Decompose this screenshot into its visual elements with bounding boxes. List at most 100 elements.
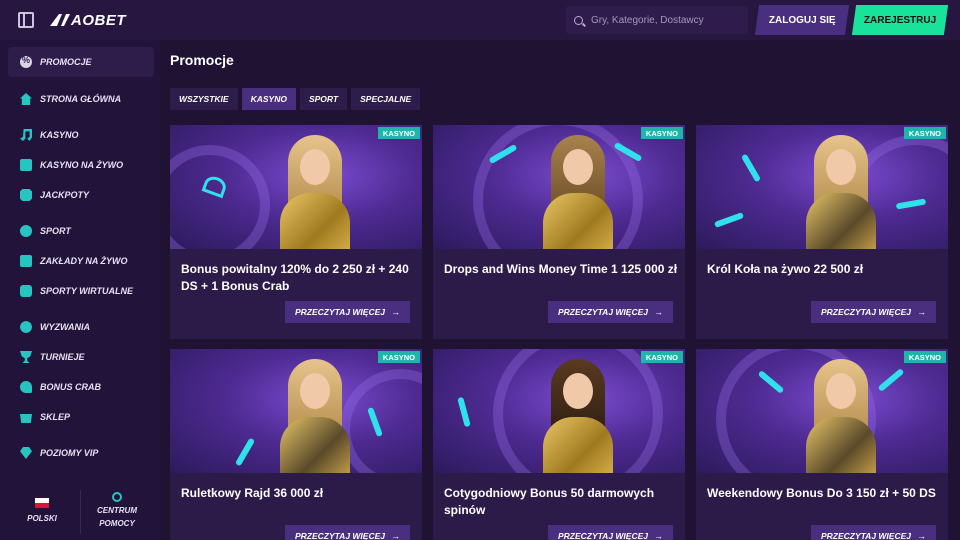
logo-mark-icon (50, 14, 70, 26)
promo-filter-tabs: WSZYSTKIE KASYNO SPORT SPECJALNE (170, 88, 421, 110)
read-more-label: PRZECZYTAJ WIĘCEJ (557, 531, 648, 540)
filter-tab-casino[interactable]: KASYNO (241, 88, 296, 110)
promo-card-image (170, 349, 422, 473)
sidebar-item-live-casino[interactable]: KASYNO NA ŻYWO (8, 150, 154, 180)
sidebar-item-casino[interactable]: KASYNO (8, 120, 154, 150)
promo-card-image (170, 125, 422, 249)
category-badge: KASYNO (640, 127, 683, 139)
sidebar-item-label: KASYNO NA ŻYWO (40, 160, 124, 170)
category-badge: KASYNO (903, 127, 946, 139)
page-title: Promocje (170, 52, 234, 68)
arrow-right-icon: → (391, 307, 400, 317)
read-more-label: PRZECZYTAJ WIĘCEJ (820, 531, 911, 540)
read-more-button[interactable]: PRZECZYTAJ WIĘCEJ → (284, 525, 410, 540)
sidebar-item-bonus-crab[interactable]: BONUS CRAB (8, 372, 154, 402)
jackpot-icon (20, 189, 32, 201)
promo-card-image (696, 349, 948, 473)
challenge-icon (20, 321, 32, 333)
sidebar-item-label: SPORTY WIRTUALNE (40, 286, 134, 296)
arrow-right-icon: → (391, 531, 400, 540)
sidebar-item-virtual-sports[interactable]: SPORTY WIRTUALNE (8, 276, 154, 306)
promo-card[interactable]: KASYNO Bonus powitalny 120% do 2 250 zł … (170, 125, 422, 339)
category-badge: KASYNO (903, 351, 946, 363)
read-more-button[interactable]: PRZECZYTAJ WIĘCEJ → (284, 301, 410, 323)
register-label: ZAREJESTRUJ (863, 14, 937, 26)
read-more-button[interactable]: PRZECZYTAJ WIĘCEJ → (547, 301, 673, 323)
live-bets-icon (20, 255, 32, 267)
category-badge: KASYNO (640, 351, 683, 363)
sidebar-toggle-icon[interactable] (18, 12, 34, 28)
sidebar-bottom-divider (80, 490, 81, 534)
shop-icon (20, 414, 32, 423)
virtual-sports-icon (20, 285, 32, 297)
language-selector[interactable]: POLSKI (22, 498, 62, 523)
ball-icon (20, 225, 32, 237)
promo-card-title: Cotygodniowy Bonus 50 darmowych spinów (444, 486, 655, 517)
category-badge: KASYNO (377, 351, 420, 363)
live-casino-icon (20, 159, 32, 171)
promo-card-title: Król Koła na żywo 22 500 zł (707, 262, 864, 276)
sidebar-item-shop[interactable]: SKLEP (8, 402, 154, 432)
headset-icon (112, 492, 122, 502)
home-icon (20, 93, 32, 105)
sidebar-item-label: ZAKŁADY NA ŻYWO (40, 256, 128, 266)
arrow-right-icon: → (654, 307, 663, 317)
search-input[interactable] (591, 14, 741, 26)
sidebar-item-home[interactable]: STRONA GŁÓWNA (8, 84, 154, 114)
read-more-label: PRZECZYTAJ WIĘCEJ (820, 307, 911, 317)
promo-card[interactable]: KASYNO Ruletkowy Rajd 36 000 zł PRZECZYT… (170, 349, 422, 540)
logo-text: AOBET (71, 11, 126, 29)
sidebar-item-label: SPORT (40, 226, 71, 236)
promo-card[interactable]: KASYNO Król Koła na żywo 22 500 zł PRZEC… (696, 125, 948, 339)
sidebar-item-label: TURNIEJE (40, 352, 85, 362)
sidebar-item-sport[interactable]: SPORT (8, 216, 154, 246)
sidebar-item-label: PROMOCJE (40, 57, 92, 67)
help-label-line2: POMOCY (99, 519, 135, 528)
help-label-line1: CENTRUM (97, 506, 137, 515)
promo-card[interactable]: KASYNO Cotygodniowy Bonus 50 darmowych s… (433, 349, 685, 540)
crab-icon (20, 381, 32, 393)
read-more-button[interactable]: PRZECZYTAJ WIĘCEJ → (810, 525, 936, 540)
login-label: ZALOGUJ SIĘ (768, 14, 836, 26)
sidebar-item-label: SKLEP (40, 412, 71, 422)
sidebar-item-tournaments[interactable]: TURNIEJE (8, 342, 154, 372)
sidebar-item-live-bets[interactable]: ZAKŁADY NA ŻYWO (8, 246, 154, 276)
sidebar-item-label: BONUS CRAB (40, 382, 102, 392)
sidebar-item-challenges[interactable]: WYZWANIA (8, 312, 154, 342)
filter-tab-special[interactable]: SPECJALNE (351, 88, 421, 110)
sidebar-item-vip[interactable]: POZIOMY VIP (8, 438, 154, 468)
login-button[interactable]: ZALOGUJ SIĘ (754, 5, 850, 35)
register-button[interactable]: ZAREJESTRUJ (851, 5, 949, 35)
promo-card-title: Ruletkowy Rajd 36 000 zł (181, 486, 324, 500)
arrow-right-icon: → (917, 307, 926, 317)
read-more-label: PRZECZYTAJ WIĘCEJ (294, 531, 385, 540)
search-box[interactable] (566, 6, 748, 34)
percent-icon (20, 55, 32, 68)
read-more-label: PRZECZYTAJ WIĘCEJ (294, 307, 385, 317)
diamond-icon (20, 447, 32, 459)
trophy-icon (20, 351, 32, 363)
promo-card-title: Drops and Wins Money Time 1 125 000 zł (444, 262, 678, 276)
read-more-button[interactable]: PRZECZYTAJ WIĘCEJ → (810, 301, 936, 323)
logo[interactable]: AOBET (50, 11, 126, 29)
filter-tab-sport[interactable]: SPORT (299, 88, 348, 110)
sidebar: PROMOCJE STRONA GŁÓWNA KASYNO KASYNO NA … (0, 40, 160, 540)
arrow-right-icon: → (917, 531, 926, 540)
sidebar-item-label: POZIOMY VIP (40, 448, 99, 458)
category-badge: KASYNO (377, 127, 420, 139)
music-note-icon (20, 129, 32, 141)
promo-card[interactable]: KASYNO Weekendowy Bonus Do 3 150 zł + 50… (696, 349, 948, 540)
sidebar-item-promocje[interactable]: PROMOCJE (8, 47, 154, 77)
help-center-link[interactable]: CENTRUM POMOCY (92, 492, 142, 530)
promo-card-title: Bonus powitalny 120% do 2 250 zł + 240 D… (181, 262, 409, 293)
sidebar-item-label: KASYNO (40, 130, 79, 140)
sidebar-item-label: JACKPOTY (40, 190, 90, 200)
promo-card[interactable]: KASYNO Drops and Wins Money Time 1 125 0… (433, 125, 685, 339)
promo-card-image (433, 125, 685, 249)
promo-card-image (696, 125, 948, 249)
read-more-button[interactable]: PRZECZYTAJ WIĘCEJ → (547, 525, 673, 540)
sidebar-item-label: STRONA GŁÓWNA (40, 94, 122, 104)
read-more-label: PRZECZYTAJ WIĘCEJ (557, 307, 648, 317)
sidebar-item-jackpots[interactable]: JACKPOTY (8, 180, 154, 210)
filter-tab-all[interactable]: WSZYSTKIE (170, 88, 238, 110)
